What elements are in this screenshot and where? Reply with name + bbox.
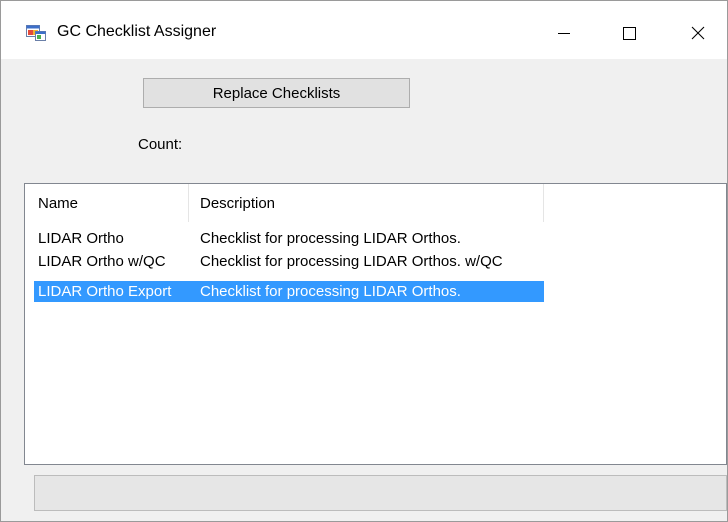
list-item-name: LIDAR Ortho Export bbox=[38, 283, 172, 300]
close-icon bbox=[691, 26, 705, 40]
title-bar[interactable]: GC Checklist Assigner bbox=[1, 1, 727, 59]
column-header-name[interactable]: Name bbox=[38, 195, 78, 212]
minimize-button[interactable] bbox=[541, 11, 587, 55]
column-separator[interactable] bbox=[543, 184, 544, 222]
checklist-list-view[interactable]: Name Description LIDAR Ortho Checklist f… bbox=[24, 183, 727, 465]
list-item[interactable]: LIDAR Ortho Checklist for processing LID… bbox=[34, 228, 544, 249]
count-label: Count: bbox=[138, 136, 183, 153]
column-header-description[interactable]: Description bbox=[200, 195, 275, 212]
list-item-description: Checklist for processing LIDAR Orthos. bbox=[200, 230, 461, 247]
app-window: GC Checklist Assigner Replace Checklists… bbox=[0, 0, 728, 522]
column-separator[interactable] bbox=[188, 184, 189, 222]
close-button[interactable] bbox=[675, 11, 721, 55]
maximize-button[interactable] bbox=[606, 11, 652, 55]
list-item-description: Checklist for processing LIDAR Orthos. w… bbox=[200, 253, 503, 270]
list-item-selected[interactable]: LIDAR Ortho Export Checklist for process… bbox=[34, 281, 544, 302]
replace-checklists-button[interactable]: Replace Checklists bbox=[143, 78, 410, 108]
list-item-description: Checklist for processing LIDAR Orthos. bbox=[200, 283, 461, 300]
progress-bar bbox=[34, 475, 727, 511]
form-client-area: Replace Checklists Count: Name Descripti… bbox=[1, 59, 727, 521]
list-item[interactable]: LIDAR Ortho w/QC Checklist for processin… bbox=[34, 251, 544, 272]
list-item-name: LIDAR Ortho bbox=[38, 230, 124, 247]
list-item-name: LIDAR Ortho w/QC bbox=[38, 253, 166, 270]
maximize-icon bbox=[623, 27, 636, 40]
minimize-icon bbox=[558, 33, 570, 34]
window-title: GC Checklist Assigner bbox=[57, 23, 217, 40]
windows-form-icon bbox=[26, 24, 46, 41]
